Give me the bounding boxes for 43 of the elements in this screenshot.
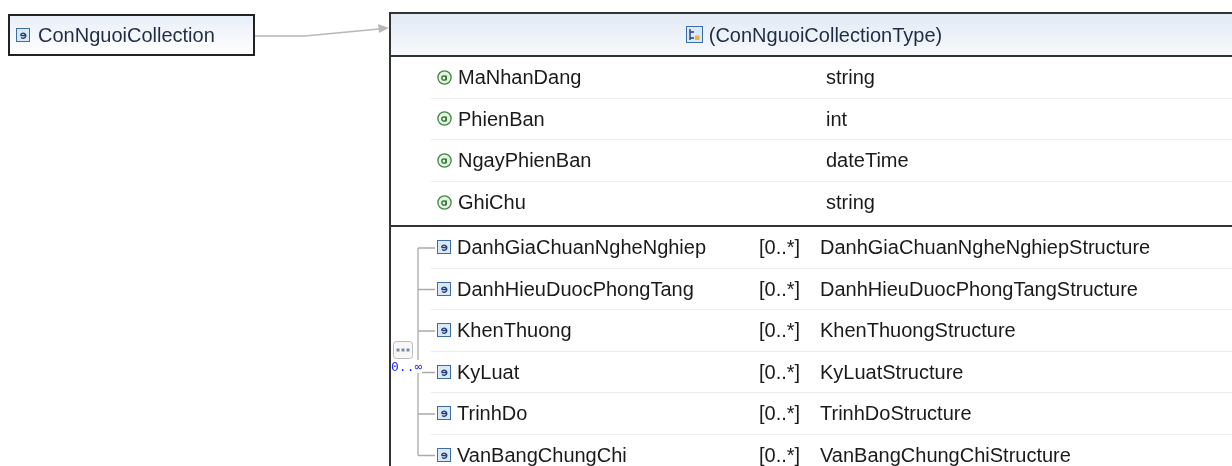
sequence-multiplicity: 0..∞: [391, 360, 423, 373]
attribute-icon: [437, 194, 452, 210]
attribute-type: dateTime: [826, 148, 909, 174]
element-icon: [437, 240, 451, 255]
element-multiplicity: [0..*]: [759, 359, 802, 385]
attribute-name: PhienBan: [458, 106, 545, 132]
element-type: TrinhDoStructure: [820, 401, 972, 427]
attribute-icon: [437, 152, 452, 168]
element-type: KhenThuongStructure: [820, 318, 1016, 344]
element-name: VanBangChungChi: [457, 443, 627, 466]
element-name: DanhHieuDuocPhongTang: [457, 276, 694, 302]
element-icon: [437, 448, 451, 463]
element-multiplicity: [0..*]: [759, 235, 802, 261]
attribute-type: string: [826, 65, 875, 91]
element-name: DanhGiaChuanNgheNghiep: [457, 235, 707, 261]
attribute-type: int: [826, 106, 848, 132]
element-multiplicity: [0..*]: [759, 443, 802, 466]
element-multiplicity: [0..*]: [759, 401, 802, 427]
element-node[interactable]: ConNguoiCollection: [8, 14, 255, 56]
element-icon: [437, 281, 451, 296]
attribute-icon: [437, 111, 452, 127]
element-icon: [437, 364, 451, 379]
attribute-name: NgayPhienBan: [458, 148, 592, 174]
element-icon: [16, 28, 30, 42]
element-multiplicity: [0..*]: [759, 318, 802, 344]
complex-type-icon: [685, 26, 703, 43]
attribute-name: MaNhanDang: [458, 65, 582, 91]
attribute-icon: [437, 69, 452, 85]
sequence-icon: [393, 341, 413, 359]
element-type: DanhGiaChuanNgheNghiepStructure: [820, 235, 1151, 261]
element-name: TrinhDo: [457, 401, 528, 427]
element-name: KyLuat: [457, 359, 520, 385]
type-node[interactable]: [389, 12, 1232, 466]
type-title: (ConNguoiCollectionType): [708, 22, 943, 48]
attribute-type: string: [826, 190, 875, 216]
element-type: KyLuatStructure: [820, 359, 964, 385]
element-icon: [437, 323, 451, 338]
element-type: VanBangChungChiStructure: [820, 443, 1071, 466]
element-name: KhenThuong: [457, 318, 572, 344]
element-multiplicity: [0..*]: [759, 276, 802, 302]
attribute-name: GhiChu: [458, 190, 526, 216]
element-type: DanhHieuDuocPhongTangStructure: [820, 276, 1138, 302]
element-icon: [437, 406, 451, 421]
